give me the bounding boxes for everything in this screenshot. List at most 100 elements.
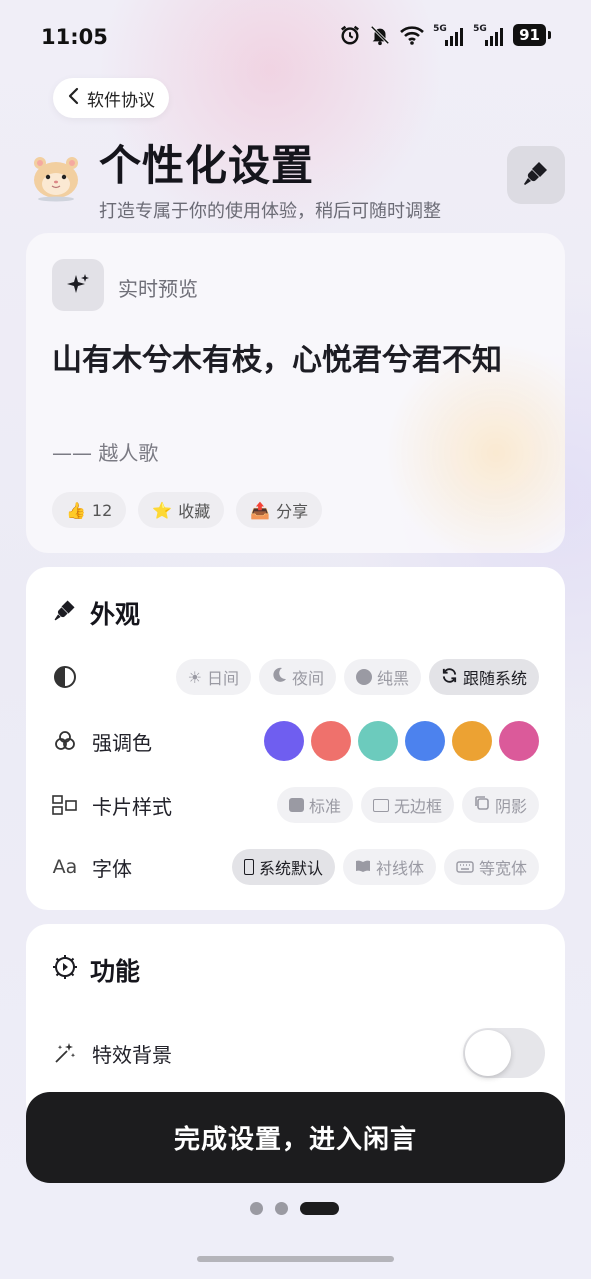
favorite-chip[interactable]: ⭐ 收藏 [138, 492, 225, 528]
theme-option-label: 夜间 [291, 669, 324, 688]
bell-off-icon [369, 24, 391, 46]
effects-row: 特效背景 [52, 1028, 545, 1078]
font-option-label: 衬线体 [375, 859, 424, 878]
finish-button[interactable]: 完成设置，进入闲言 [26, 1092, 565, 1183]
effects-label: 特效背景 [92, 1042, 172, 1067]
font-options: 系统默认 衬线体 等宽体 [231, 849, 539, 885]
features-header: 功能 [52, 952, 140, 988]
card-style-option-label: 阴影 [494, 797, 527, 816]
card-style-borderless[interactable]: 无边框 [360, 787, 454, 823]
theme-option-system[interactable]: 跟随系统 [428, 659, 539, 695]
gear-play-icon [52, 954, 78, 986]
font-option-label: 系统默认 [258, 859, 323, 878]
accent-label: 强调色 [92, 730, 152, 755]
sparkle-icon [52, 259, 104, 311]
preview-card: 实时预览 山有木兮木有枝，心悦君兮君不知 —— 越人歌 👍 12 ⭐ 收藏 📤 … [26, 233, 565, 553]
theme-option-label: 纯黑 [376, 669, 409, 688]
effects-toggle[interactable] [463, 1028, 545, 1078]
battery-icon: 91 [513, 24, 546, 46]
battery-tip [548, 31, 551, 39]
font-row: Aa 字体 系统默认 衬线体 等宽体 [52, 847, 539, 887]
font-option-serif[interactable]: 衬线体 [342, 849, 436, 885]
preview-label: 实时预览 [118, 277, 198, 301]
like-chip[interactable]: 👍 12 [52, 492, 127, 528]
share-chip[interactable]: 📤 分享 [236, 492, 323, 528]
preview-quote: 山有木兮木有枝，心悦君兮君不知 [52, 343, 502, 378]
page-dot[interactable] [275, 1202, 288, 1215]
signal-icon: 5G [433, 24, 465, 46]
back-button[interactable]: 软件协议 [53, 78, 169, 118]
sun-icon: ☀ [187, 667, 202, 687]
preview-author: —— 越人歌 [52, 441, 159, 465]
card-style-label: 卡片样式 [92, 794, 172, 819]
page-dot-active[interactable] [300, 1202, 339, 1215]
font-icon: Aa [52, 856, 78, 878]
like-count: 12 [91, 500, 113, 520]
theme-option-label: 日间 [206, 669, 239, 688]
copy-icon [474, 795, 490, 815]
theme-option-day[interactable]: ☀ 日间 [175, 659, 251, 695]
page-indicator [250, 1202, 339, 1215]
font-option-label: 等宽体 [478, 859, 527, 878]
accent-swatch-orange[interactable] [452, 721, 492, 761]
keyboard-icon [456, 858, 474, 877]
features-title: 功能 [90, 957, 141, 986]
card-style-options: 标准 无边框 阴影 [276, 787, 539, 823]
circle-icon [355, 669, 372, 685]
effects-toggle-wrap [463, 1028, 545, 1078]
status-time: 11:05 [41, 25, 108, 49]
accent-swatch-purple[interactable] [264, 721, 304, 761]
thumbs-up-icon: 👍 [66, 500, 86, 520]
accent-swatches [264, 721, 539, 761]
font-option-mono[interactable]: 等宽体 [443, 849, 539, 885]
accent-swatch-teal[interactable] [358, 721, 398, 761]
signal-icon-2: 5G [473, 24, 505, 46]
brush-icon [521, 158, 551, 192]
accent-swatch-red[interactable] [311, 721, 351, 761]
accent-row: 强调色 [52, 721, 539, 761]
back-label: 软件协议 [87, 90, 155, 111]
accent-swatch-blue[interactable] [405, 721, 445, 761]
book-icon [355, 858, 371, 877]
card-style-standard[interactable]: 标准 [276, 787, 353, 823]
toggle-knob [465, 1030, 511, 1076]
share-label: 分享 [276, 502, 309, 521]
square-icon [372, 798, 389, 812]
wifi-icon [399, 24, 425, 46]
chevron-left-icon [67, 86, 81, 110]
sync-icon [441, 667, 458, 688]
page-dot[interactable] [250, 1202, 263, 1215]
card-icon [288, 798, 304, 812]
font-option-system[interactable]: 系统默认 [231, 849, 335, 885]
share-icon: 📤 [250, 500, 271, 520]
appearance-card: 外观 ☀ 日间 夜间 纯黑 跟随系统 强调色 卡片样式 标准 无边框 阴影 Aa… [26, 567, 565, 910]
home-indicator[interactable] [197, 1256, 394, 1262]
moon-icon [271, 667, 287, 687]
magic-wand-icon [52, 1040, 78, 1066]
hamster-avatar [30, 150, 82, 202]
theme-option-night[interactable]: 夜间 [258, 659, 336, 695]
theme-row: ☀ 日间 夜间 纯黑 跟随系统 [52, 657, 539, 697]
theme-brush-button[interactable] [507, 146, 565, 204]
appearance-header: 外观 [52, 595, 140, 631]
theme-option-black[interactable]: 纯黑 [343, 659, 421, 695]
alarm-icon [339, 24, 361, 46]
card-style-option-label: 标准 [308, 797, 341, 816]
contrast-icon [52, 664, 78, 690]
accent-swatch-pink[interactable] [499, 721, 539, 761]
status-icons: 5G 5G 91 [339, 24, 551, 46]
font-label: 字体 [92, 856, 132, 881]
favorite-label: 收藏 [178, 502, 211, 521]
theme-option-label: 跟随系统 [462, 669, 527, 688]
star-icon: ⭐ [152, 500, 173, 520]
card-style-shadow[interactable]: 阴影 [461, 787, 539, 823]
preview-actions: 👍 12 ⭐ 收藏 📤 分享 [52, 492, 323, 528]
layout-icon [52, 792, 78, 818]
page-subtitle: 打造专属于你的使用体验，稍后可随时调整 [99, 201, 441, 222]
appearance-title: 外观 [90, 600, 141, 629]
card-style-row: 卡片样式 标准 无边框 阴影 [52, 785, 539, 825]
brush-icon [52, 597, 78, 629]
page-title: 个性化设置 [99, 141, 315, 190]
phone-icon [243, 859, 254, 875]
palette-icon [52, 728, 78, 754]
